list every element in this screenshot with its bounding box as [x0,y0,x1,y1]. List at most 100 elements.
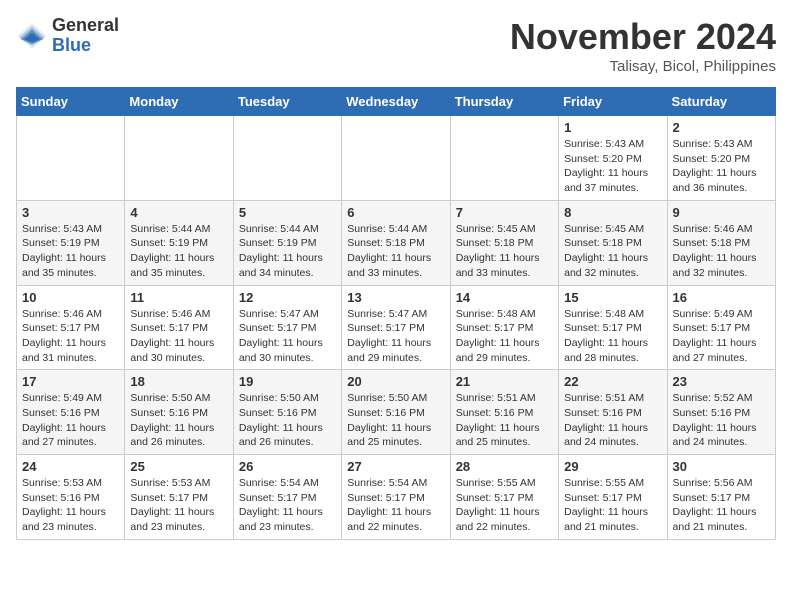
calendar-cell: 28 Sunrise: 5:55 AM Sunset: 5:17 PM Dayli… [450,455,558,540]
calendar-cell: 4 Sunrise: 5:44 AM Sunset: 5:19 PM Daylig… [125,200,233,285]
day-info: Sunrise: 5:48 AM Sunset: 5:17 PM Dayligh… [456,307,553,366]
day-info: Sunrise: 5:48 AM Sunset: 5:17 PM Dayligh… [564,307,661,366]
calendar-week-row: 24Sunrise: 5:53 AM Sunset: 5:16 PM Dayli… [17,455,776,540]
calendar-cell: 14 Sunrise: 5:48 AM Sunset: 5:17 PM Dayli… [450,285,558,370]
calendar-cell [342,116,450,201]
calendar-cell: 11 Sunrise: 5:46 AM Sunset: 5:17 PM Dayli… [125,285,233,370]
calendar-table: SundayMondayTuesdayWednesdayThursdayFrid… [16,87,776,540]
calendar-cell: 3 Sunrise: 5:43 AM Sunset: 5:19 PM Daylig… [17,200,125,285]
calendar-cell [233,116,341,201]
calendar-cell [17,116,125,201]
calendar-header-row: SundayMondayTuesdayWednesdayThursdayFrid… [17,88,776,116]
day-number: 16 [673,290,770,305]
day-number: 19 [239,374,336,389]
day-info: Sunrise: 5:50 AM Sunset: 5:16 PM Dayligh… [130,391,227,450]
day-number: 3 [22,205,119,220]
month-title: November 2024 [510,16,776,58]
day-number: 10 [22,290,119,305]
day-number: 21 [456,374,553,389]
weekday-header-wednesday: Wednesday [342,88,450,116]
logo-text: General Blue [52,16,119,56]
day-number: 11 [130,290,227,305]
day-info: Sunrise: 5:47 AM Sunset: 5:17 PM Dayligh… [347,307,444,366]
day-number: 25 [130,459,227,474]
weekday-header-sunday: Sunday [17,88,125,116]
calendar-cell: 2Sunrise: 5:43 AM Sunset: 5:20 PM Daylig… [667,116,775,201]
calendar-cell: 12Sunrise: 5:47 AM Sunset: 5:17 PM Dayli… [233,285,341,370]
day-info: Sunrise: 5:53 AM Sunset: 5:16 PM Dayligh… [22,476,119,535]
calendar-cell: 1 Sunrise: 5:43 AM Sunset: 5:20 PM Daylig… [559,116,667,201]
title-area: November 2024 Talisay, Bicol, Philippine… [510,16,776,75]
calendar-cell: 27 Sunrise: 5:54 AM Sunset: 5:17 PM Dayli… [342,455,450,540]
day-info: Sunrise: 5:55 AM Sunset: 5:17 PM Dayligh… [564,476,661,535]
calendar-cell [125,116,233,201]
day-number: 15 [564,290,661,305]
calendar-cell: 25 Sunrise: 5:53 AM Sunset: 5:17 PM Dayli… [125,455,233,540]
calendar-week-row: 17 Sunrise: 5:49 AM Sunset: 5:16 PM Dayli… [17,370,776,455]
logo: General Blue [16,16,119,56]
calendar-cell: 13Sunrise: 5:47 AM Sunset: 5:17 PM Dayli… [342,285,450,370]
day-info: Sunrise: 5:46 AM Sunset: 5:17 PM Dayligh… [22,307,119,366]
day-info: Sunrise: 5:44 AM Sunset: 5:19 PM Dayligh… [130,222,227,281]
day-info: Sunrise: 5:49 AM Sunset: 5:16 PM Dayligh… [22,391,119,450]
calendar-cell: 15 Sunrise: 5:48 AM Sunset: 5:17 PM Dayli… [559,285,667,370]
calendar-cell: 22Sunrise: 5:51 AM Sunset: 5:16 PM Dayli… [559,370,667,455]
location-subtitle: Talisay, Bicol, Philippines [510,58,776,75]
logo-icon [16,20,48,52]
day-info: Sunrise: 5:45 AM Sunset: 5:18 PM Dayligh… [456,222,553,281]
calendar-cell: 23Sunrise: 5:52 AM Sunset: 5:16 PM Dayli… [667,370,775,455]
day-number: 18 [130,374,227,389]
day-info: Sunrise: 5:46 AM Sunset: 5:17 PM Dayligh… [130,307,227,366]
day-info: Sunrise: 5:44 AM Sunset: 5:18 PM Dayligh… [347,222,444,281]
day-number: 14 [456,290,553,305]
weekday-header-monday: Monday [125,88,233,116]
day-info: Sunrise: 5:55 AM Sunset: 5:17 PM Dayligh… [456,476,553,535]
day-number: 8 [564,205,661,220]
day-number: 9 [673,205,770,220]
calendar-cell: 16 Sunrise: 5:49 AM Sunset: 5:17 PM Dayli… [667,285,775,370]
day-info: Sunrise: 5:44 AM Sunset: 5:19 PM Dayligh… [239,222,336,281]
day-info: Sunrise: 5:43 AM Sunset: 5:19 PM Dayligh… [22,222,119,281]
day-number: 1 [564,120,661,135]
day-info: Sunrise: 5:53 AM Sunset: 5:17 PM Dayligh… [130,476,227,535]
calendar-cell [450,116,558,201]
day-info: Sunrise: 5:43 AM Sunset: 5:20 PM Dayligh… [564,137,661,196]
weekday-header-thursday: Thursday [450,88,558,116]
day-number: 6 [347,205,444,220]
day-info: Sunrise: 5:50 AM Sunset: 5:16 PM Dayligh… [347,391,444,450]
day-number: 17 [22,374,119,389]
day-number: 28 [456,459,553,474]
calendar-cell: 9 Sunrise: 5:46 AM Sunset: 5:18 PM Daylig… [667,200,775,285]
calendar-week-row: 10 Sunrise: 5:46 AM Sunset: 5:17 PM Dayli… [17,285,776,370]
day-number: 4 [130,205,227,220]
weekday-header-friday: Friday [559,88,667,116]
day-info: Sunrise: 5:54 AM Sunset: 5:17 PM Dayligh… [239,476,336,535]
day-info: Sunrise: 5:43 AM Sunset: 5:20 PM Dayligh… [673,137,770,196]
weekday-header-tuesday: Tuesday [233,88,341,116]
weekday-header-saturday: Saturday [667,88,775,116]
calendar-cell: 24Sunrise: 5:53 AM Sunset: 5:16 PM Dayli… [17,455,125,540]
calendar-cell: 20Sunrise: 5:50 AM Sunset: 5:16 PM Dayli… [342,370,450,455]
day-number: 22 [564,374,661,389]
day-info: Sunrise: 5:46 AM Sunset: 5:18 PM Dayligh… [673,222,770,281]
calendar-cell: 8Sunrise: 5:45 AM Sunset: 5:18 PM Daylig… [559,200,667,285]
calendar-week-row: 1 Sunrise: 5:43 AM Sunset: 5:20 PM Daylig… [17,116,776,201]
calendar-cell: 17 Sunrise: 5:49 AM Sunset: 5:16 PM Dayli… [17,370,125,455]
day-info: Sunrise: 5:54 AM Sunset: 5:17 PM Dayligh… [347,476,444,535]
day-number: 29 [564,459,661,474]
calendar-cell: 21Sunrise: 5:51 AM Sunset: 5:16 PM Dayli… [450,370,558,455]
day-info: Sunrise: 5:50 AM Sunset: 5:16 PM Dayligh… [239,391,336,450]
calendar-cell: 7Sunrise: 5:45 AM Sunset: 5:18 PM Daylig… [450,200,558,285]
calendar-cell: 30Sunrise: 5:56 AM Sunset: 5:17 PM Dayli… [667,455,775,540]
day-number: 5 [239,205,336,220]
calendar-week-row: 3 Sunrise: 5:43 AM Sunset: 5:19 PM Daylig… [17,200,776,285]
calendar-cell: 19 Sunrise: 5:50 AM Sunset: 5:16 PM Dayli… [233,370,341,455]
calendar-cell: 5 Sunrise: 5:44 AM Sunset: 5:19 PM Daylig… [233,200,341,285]
calendar-cell: 26Sunrise: 5:54 AM Sunset: 5:17 PM Dayli… [233,455,341,540]
page-header: General Blue November 2024 Talisay, Bico… [16,16,776,75]
calendar-cell: 6 Sunrise: 5:44 AM Sunset: 5:18 PM Daylig… [342,200,450,285]
calendar-cell: 18 Sunrise: 5:50 AM Sunset: 5:16 PM Dayli… [125,370,233,455]
day-info: Sunrise: 5:56 AM Sunset: 5:17 PM Dayligh… [673,476,770,535]
day-info: Sunrise: 5:49 AM Sunset: 5:17 PM Dayligh… [673,307,770,366]
day-number: 27 [347,459,444,474]
